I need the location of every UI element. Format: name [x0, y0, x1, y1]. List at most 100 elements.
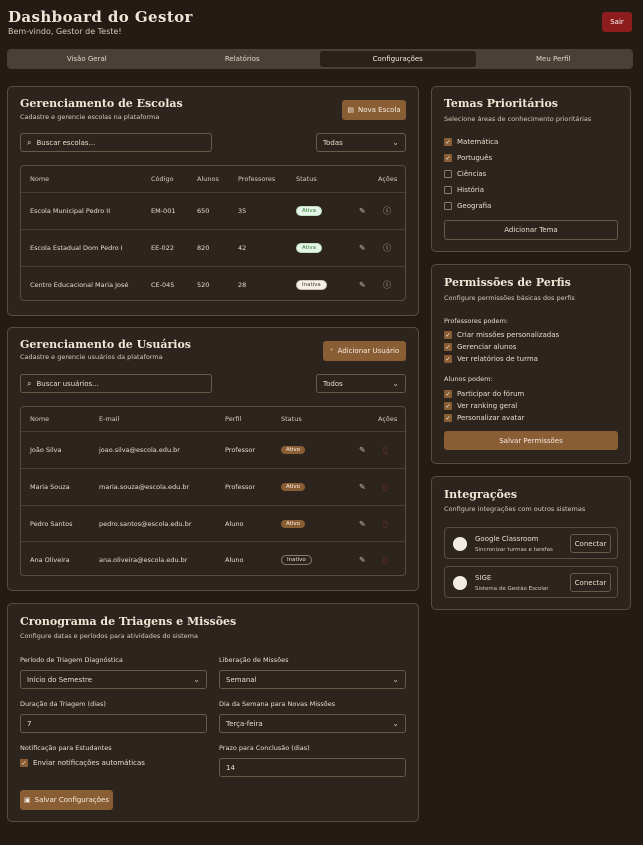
user-email: maria.souza@escola.edu.br	[99, 483, 190, 491]
edit-icon[interactable]: ✎	[359, 207, 366, 216]
school-teachers: 42	[238, 244, 247, 252]
user-search-input[interactable]: ⌕ Buscar usuários...	[20, 374, 212, 393]
add-topic-button[interactable]: Adicionar Tema	[444, 220, 618, 240]
integration-name: Google Classroom	[475, 535, 539, 543]
tab-settings[interactable]: Configurações	[320, 51, 476, 67]
weekday-value: Terça-feira	[226, 719, 263, 728]
school-filter-select[interactable]: Todas ⌄	[316, 133, 406, 152]
table-row: Escola Estadual Dom Pedro I EE-022 820 4…	[21, 229, 405, 266]
topic-label: História	[457, 186, 484, 194]
add-user-button[interactable]: ⁺ Adicionar Usuário	[323, 341, 406, 361]
main-tabs: Visão Geral Relatórios Configurações Meu…	[7, 49, 633, 69]
triage-duration-input[interactable]: 7	[20, 714, 207, 733]
edit-icon[interactable]: ✎	[359, 280, 366, 289]
status-badge: Ativa	[296, 243, 322, 253]
table-row: Maria Souza maria.souza@escola.edu.br Pr…	[21, 468, 405, 505]
schools-table: Nome Código Alunos Professores Status Aç…	[20, 165, 406, 301]
topic-item[interactable]: ✓ Português	[444, 154, 492, 162]
permission-item[interactable]: ✓ Personalizar avatar	[444, 414, 524, 422]
edit-icon[interactable]: ✎	[359, 446, 366, 455]
topic-item[interactable]: Geografia	[444, 202, 491, 210]
triage-period-select[interactable]: Início do Semestre ⌄	[20, 670, 207, 689]
permission-item[interactable]: ✓ Criar missões personalizadas	[444, 331, 559, 339]
col-name: Nome	[30, 175, 50, 183]
page-title: Dashboard do Gestor	[8, 8, 193, 26]
mission-release-select[interactable]: Semanal ⌄	[219, 670, 406, 689]
permission-item[interactable]: ✓ Ver relatórios de turma	[444, 355, 538, 363]
checkbox-unchecked[interactable]	[444, 202, 452, 210]
notify-checkbox-row[interactable]: ✓ Enviar notificações automáticas	[20, 759, 145, 767]
user-filter-select[interactable]: Todos ⌄	[316, 374, 406, 393]
checkbox-checked[interactable]: ✓	[444, 154, 452, 162]
edit-icon[interactable]: ✎	[359, 483, 366, 492]
checkbox-checked[interactable]: ✓	[444, 343, 452, 351]
checkbox-checked[interactable]: ✓	[444, 355, 452, 363]
permissions-card: Permissões de Perfis Configure permissõe…	[431, 264, 631, 464]
checkbox-checked[interactable]: ✓	[444, 390, 452, 398]
table-row: Pedro Santos pedro.santos@escola.edu.br …	[21, 505, 405, 541]
status-badge: Inativa	[296, 279, 327, 290]
edit-icon[interactable]: ✎	[359, 555, 366, 564]
checkbox-checked[interactable]: ✓	[444, 138, 452, 146]
tab-reports[interactable]: Relatórios	[165, 51, 321, 67]
school-code: EM-001	[151, 207, 176, 215]
permissions-subtitle: Configure permissões básicas dos perfis	[444, 294, 575, 302]
checkbox-checked[interactable]: ✓	[444, 414, 452, 422]
trash-icon[interactable]: ▯	[383, 555, 387, 564]
trash-icon[interactable]: ▯	[383, 446, 387, 455]
welcome-text: Bem-vindo, Gestor de Teste!	[8, 27, 122, 36]
checkbox-unchecked[interactable]	[444, 186, 452, 194]
connect-button[interactable]: Conectar	[570, 534, 611, 553]
notify-checkbox-label: Enviar notificações automáticas	[33, 759, 145, 767]
permission-item[interactable]: ✓ Gerenciar alunos	[444, 343, 516, 351]
edit-icon[interactable]: ✎	[359, 519, 366, 528]
trash-icon[interactable]: ▯	[383, 519, 387, 528]
topic-item[interactable]: Ciências	[444, 170, 486, 178]
info-icon[interactable]: ⓘ	[383, 243, 391, 254]
deadline-input[interactable]: 14	[219, 758, 406, 777]
checkbox-checked[interactable]: ✓	[20, 759, 28, 767]
permission-label: Personalizar avatar	[457, 414, 525, 422]
permission-item[interactable]: ✓ Participar do fórum	[444, 390, 524, 398]
integration-desc: Sincronizar turmas e tarefas	[475, 547, 553, 553]
logout-button[interactable]: Sair	[602, 12, 632, 32]
chevron-down-icon: ⌄	[193, 675, 200, 684]
tab-overview[interactable]: Visão Geral	[9, 51, 165, 67]
tab-profile[interactable]: Meu Perfil	[476, 51, 632, 67]
school-filter-value: Todas	[323, 138, 343, 147]
permission-item[interactable]: ✓ Ver ranking geral	[444, 402, 517, 410]
info-icon[interactable]: ⓘ	[383, 279, 391, 290]
checkbox-unchecked[interactable]	[444, 170, 452, 178]
col-name: Nome	[30, 415, 50, 423]
school-teachers: 35	[238, 207, 247, 215]
new-school-button[interactable]: ▤ Nova Escola	[342, 100, 406, 120]
integrations-subtitle: Configure integrações com outros sistema…	[444, 505, 586, 513]
save-settings-button[interactable]: ▣ Salvar Configurações	[20, 790, 113, 810]
integration-item: Google Classroom Sincronizar turmas e ta…	[444, 527, 618, 559]
triage-duration-label: Duração da Triagem (dias)	[20, 700, 106, 708]
school-name: Centro Educacional Maria José	[30, 280, 129, 289]
topic-item[interactable]: História	[444, 186, 484, 194]
connect-button[interactable]: Conectar	[570, 573, 611, 592]
col-code: Código	[151, 175, 174, 183]
topic-label: Geografia	[457, 202, 492, 210]
col-actions: Ações	[378, 175, 398, 183]
trash-icon[interactable]: ▯	[383, 483, 387, 492]
edit-icon[interactable]: ✎	[359, 244, 366, 253]
school-search-input[interactable]: ⌕ Buscar escolas...	[20, 133, 212, 152]
save-permissions-button[interactable]: Salvar Permissões	[444, 431, 618, 450]
schedule-card: Cronograma de Triagens e Missões Configu…	[7, 603, 419, 822]
topic-item[interactable]: ✓ Matemática	[444, 138, 498, 146]
chevron-down-icon: ⌄	[392, 675, 399, 684]
user-role: Professor	[225, 446, 256, 454]
checkbox-checked[interactable]: ✓	[444, 402, 452, 410]
table-header: Nome E-mail Perfil Status Ações	[21, 407, 405, 431]
school-search-placeholder: Buscar escolas...	[36, 138, 96, 147]
table-row: Ana Oliveira ana.oliveira@escola.edu.br …	[21, 541, 405, 577]
checkbox-checked[interactable]: ✓	[444, 331, 452, 339]
info-icon[interactable]: ⓘ	[383, 206, 391, 217]
permission-label: Participar do fórum	[457, 390, 525, 398]
school-students: 820	[197, 244, 210, 252]
weekday-select[interactable]: Terça-feira ⌄	[219, 714, 406, 733]
save-icon: ▣	[24, 796, 31, 804]
